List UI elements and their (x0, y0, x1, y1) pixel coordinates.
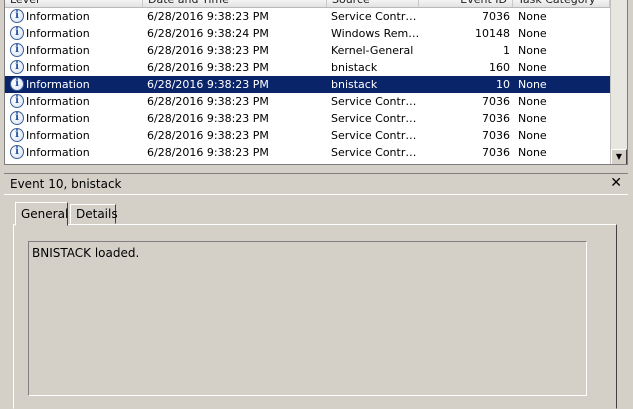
row-event-id: 10148 (475, 27, 510, 40)
row-date: 6/28/2016 9:38:24 PM (147, 27, 269, 40)
events-grid[interactable]: Level Date and Time Source Event ID Task… (4, 0, 628, 165)
row-source: bnistack (331, 61, 378, 74)
row-source: Service Contr… (331, 10, 417, 23)
level-text: Information (26, 146, 90, 159)
tab-details[interactable]: Details (70, 204, 118, 224)
information-icon: i (10, 111, 24, 125)
column-header-event-id[interactable]: Event ID (419, 0, 513, 7)
row-level: i Information (10, 25, 140, 42)
column-header-date[interactable]: Date and Time (143, 0, 327, 7)
detail-header: Event 10, bnistack ✕ (4, 173, 628, 195)
information-icon: i (10, 94, 24, 108)
row-task-category: None (518, 112, 547, 125)
row-task-category: None (518, 78, 547, 91)
level-text: Information (26, 129, 90, 142)
row-event-id: 1 (503, 44, 510, 57)
level-text: Information (26, 95, 90, 108)
information-icon: i (10, 77, 24, 91)
table-row[interactable]: i Information 6/28/2016 9:38:23 PM bnistack… (5, 59, 610, 76)
tab-general[interactable]: General (15, 202, 68, 226)
column-header-source[interactable]: Source (327, 0, 419, 7)
row-level: i Information (10, 127, 140, 144)
level-text: Information (26, 112, 90, 125)
row-date: 6/28/2016 9:38:23 PM (147, 10, 269, 23)
row-task-category: None (518, 95, 547, 108)
row-date: 6/28/2016 9:38:23 PM (147, 112, 269, 125)
row-source: bnistack (331, 78, 378, 91)
pane-splitter[interactable] (0, 165, 633, 173)
level-text: Information (26, 61, 90, 74)
level-text: Information (26, 78, 90, 91)
row-level: i Information (10, 144, 140, 161)
row-task-category: None (518, 44, 547, 57)
row-date: 6/28/2016 9:38:23 PM (147, 146, 269, 159)
table-row[interactable]: i Information 6/28/2016 9:38:23 PM bnistack… (5, 76, 610, 93)
row-task-category: None (518, 27, 547, 40)
row-date: 6/28/2016 9:38:23 PM (147, 61, 269, 74)
row-date: 6/28/2016 9:38:23 PM (147, 44, 269, 57)
row-level: i Information (10, 59, 140, 76)
information-icon: i (10, 145, 24, 159)
vertical-scrollbar[interactable]: ▼ (610, 0, 627, 164)
row-level: i Information (10, 42, 140, 59)
level-text: Information (26, 27, 90, 40)
table-row[interactable]: i Information 6/28/2016 9:38:24 PM Windows … (5, 25, 610, 42)
row-event-id: 7036 (482, 95, 510, 108)
row-task-category: None (518, 129, 547, 142)
row-task-category: None (518, 10, 547, 23)
row-event-id: 160 (489, 61, 510, 74)
row-level: i Information (10, 8, 140, 25)
row-source: Service Contr… (331, 112, 417, 125)
row-date: 6/28/2016 9:38:23 PM (147, 129, 269, 142)
event-message-box[interactable]: BNISTACK loaded. (28, 241, 587, 396)
information-icon: i (10, 9, 24, 23)
level-text: Information (26, 10, 90, 23)
information-icon: i (10, 26, 24, 40)
detail-title: Event 10, bnistack (10, 177, 122, 191)
table-row[interactable]: i Information 6/28/2016 9:38:23 PM Service … (5, 93, 610, 110)
row-date: 6/28/2016 9:38:23 PM (147, 95, 269, 108)
row-source: Windows Rem… (331, 27, 419, 40)
row-event-id: 7036 (482, 146, 510, 159)
close-icon[interactable]: ✕ (610, 175, 622, 191)
event-rows: i Information 6/28/2016 9:38:23 PM Service … (5, 8, 610, 161)
row-date: 6/28/2016 9:38:23 PM (147, 78, 269, 91)
row-source: Service Contr… (331, 95, 417, 108)
information-icon: i (10, 60, 24, 74)
row-event-id: 10 (496, 78, 510, 91)
row-level: i Information (10, 110, 140, 127)
row-task-category: None (518, 146, 547, 159)
table-row[interactable]: i Information 6/28/2016 9:38:23 PM Service … (5, 127, 610, 144)
row-event-id: 7036 (482, 129, 510, 142)
row-task-category: None (518, 61, 547, 74)
table-row[interactable]: i Information 6/28/2016 9:38:23 PM Kernel-G… (5, 42, 610, 59)
row-event-id: 7036 (482, 10, 510, 23)
row-event-id: 7036 (482, 112, 510, 125)
row-source: Kernel-General (331, 44, 414, 57)
table-row[interactable]: i Information 6/28/2016 9:38:23 PM Service … (5, 110, 610, 127)
level-text: Information (26, 44, 90, 57)
column-header-task-category[interactable]: Task Category (513, 0, 610, 7)
chevron-down-icon: ▼ (615, 152, 623, 161)
column-header-bar: Level Date and Time Source Event ID Task… (5, 0, 610, 8)
table-row[interactable]: i Information 6/28/2016 9:38:23 PM Service … (5, 8, 610, 25)
row-level: i Information (10, 76, 140, 93)
information-icon: i (10, 43, 24, 57)
column-header-level[interactable]: Level (5, 0, 143, 7)
table-row[interactable]: i Information 6/28/2016 9:38:23 PM Service … (5, 144, 610, 161)
scroll-down-button[interactable]: ▼ (611, 149, 627, 164)
row-source: Service Contr… (331, 129, 417, 142)
row-level: i Information (10, 93, 140, 110)
information-icon: i (10, 128, 24, 142)
row-source: Service Contr… (331, 146, 417, 159)
